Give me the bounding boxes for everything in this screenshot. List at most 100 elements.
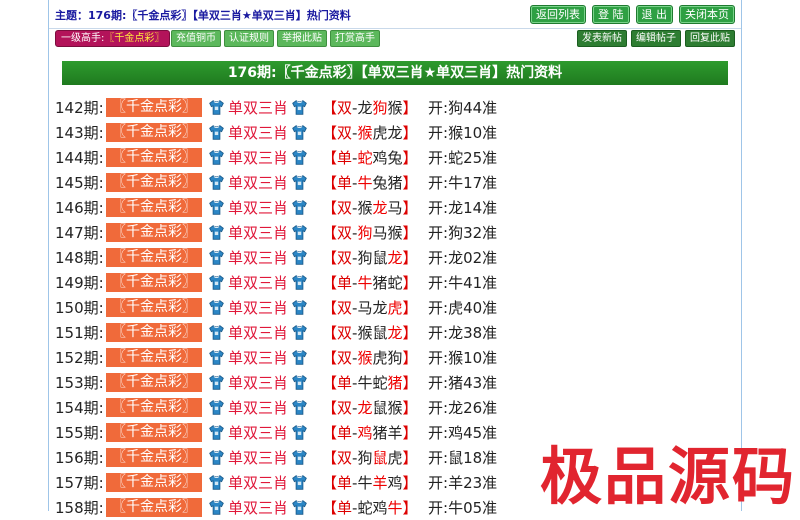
zodiac: 猪: [387, 174, 403, 192]
odd-even-group: 双: [337, 449, 353, 467]
draw-result: 开:羊23准: [428, 474, 498, 492]
period-number: 158期:: [55, 499, 104, 517]
shirt-icon: [291, 399, 308, 416]
shirt-icon: [208, 424, 225, 441]
prediction-picks: 【双-马龙虎】: [322, 297, 420, 318]
odd-even-group: 双: [337, 124, 353, 142]
prediction-picks: 【双-狗马猴】: [322, 222, 420, 243]
shirt-icon: [208, 399, 225, 416]
zodiac: 鼠: [372, 324, 388, 342]
bracket-open: 【: [322, 99, 338, 117]
prediction-picks: 【双-猴虎狗】: [322, 347, 420, 368]
odd-even-group: 双: [337, 249, 353, 267]
list-item: 142期: 〖千金点彩〗 单双三肖 【双-龙狗猴】 开:狗44准: [55, 95, 735, 120]
zodiac: 猪: [372, 424, 388, 442]
prediction-type: 单双三肖: [228, 424, 289, 442]
shirt-icon: [208, 374, 225, 391]
action-bar: 一级高手:〖千金点彩〗 充值铜币 认证规则 举报此贴 打赏高手 发表新帖 编辑帖…: [49, 30, 741, 48]
draw-result: 开:牛05准: [428, 499, 498, 517]
prediction-type: 单双三肖: [228, 324, 289, 342]
bracket-close: 】: [402, 99, 418, 117]
expert-level-badge[interactable]: 一级高手:〖千金点彩〗: [55, 30, 171, 47]
list-item: 144期: 〖千金点彩〗 单双三肖 【单-蛇鸡兔】 开:蛇25准: [55, 145, 735, 170]
author-tag: 〖千金点彩〗: [106, 273, 202, 292]
prediction-picks: 【双-龙鼠猴】: [322, 397, 420, 418]
odd-even-group: 单: [337, 424, 353, 442]
odd-even-group: 单: [337, 149, 353, 167]
bracket-open: 【: [322, 324, 338, 342]
bracket-open: 【: [322, 224, 338, 242]
zodiac: 龙: [387, 124, 403, 142]
period-number: 151期:: [55, 324, 104, 342]
prediction-picks: 【单-牛猪蛇】: [322, 272, 420, 293]
prediction-picks: 【单-蛇鸡牛】: [322, 497, 420, 518]
zodiac: 猴: [387, 399, 403, 417]
author-tag: 〖千金点彩〗: [106, 373, 202, 392]
reply-button[interactable]: 回复此贴: [685, 30, 735, 47]
zodiac: 猴: [357, 199, 373, 217]
bracket-close: 】: [402, 224, 418, 242]
level-value: 〖千金点彩〗: [104, 33, 165, 44]
bracket-close: 】: [402, 124, 418, 142]
zodiac-hit: 羊: [372, 474, 388, 492]
period-number: 156期:: [55, 449, 104, 467]
prediction-type: 单双三肖: [228, 124, 289, 142]
new-post-button[interactable]: 发表新帖: [577, 30, 627, 47]
logout-button[interactable]: 退 出: [635, 5, 673, 24]
list-item: 149期: 〖千金点彩〗 单双三肖 【单-牛猪蛇】 开:牛41准: [55, 270, 735, 295]
prediction-picks: 【双-猴鼠龙】: [322, 322, 420, 343]
zodiac: 马: [357, 299, 373, 317]
zodiac: 狗: [357, 449, 373, 467]
shirt-icon: [208, 274, 225, 291]
edit-post-button[interactable]: 编辑帖子: [631, 30, 681, 47]
draw-result: 开:鼠18准: [428, 449, 498, 467]
author-tag: 〖千金点彩〗: [106, 298, 202, 317]
bracket-open: 【: [322, 449, 338, 467]
odd-even-group: 双: [337, 399, 353, 417]
shirt-icon: [291, 149, 308, 166]
bracket-close: 】: [402, 449, 418, 467]
report-button[interactable]: 举报此贴: [277, 30, 327, 47]
top-bar: 主题：176期:〖千金点彩〗【单双三肖★单双三肖】热门资料 返回列表 登 陆 退…: [49, 0, 741, 29]
tip-button[interactable]: 打赏高手: [330, 30, 380, 47]
shirt-icon: [291, 224, 308, 241]
prediction-type: 单双三肖: [228, 499, 289, 517]
prediction-type: 单双三肖: [228, 274, 289, 292]
bracket-open: 【: [322, 399, 338, 417]
odd-even-group: 单: [337, 374, 353, 392]
prediction-type: 单双三肖: [228, 149, 289, 167]
draw-result: 开:猪43准: [428, 374, 498, 392]
zodiac: 牛: [357, 474, 373, 492]
zodiac: 牛: [357, 374, 373, 392]
shirt-icon: [208, 99, 225, 116]
close-page-button[interactable]: 关闭本页: [679, 5, 735, 24]
rules-button[interactable]: 认证规则: [224, 30, 274, 47]
zodiac-hit: 虎: [387, 299, 403, 317]
period-number: 148期:: [55, 249, 104, 267]
author-tag: 〖千金点彩〗: [106, 123, 202, 142]
odd-even-group: 单: [337, 499, 353, 517]
bracket-open: 【: [322, 499, 338, 517]
prediction-type: 单双三肖: [228, 474, 289, 492]
shirt-icon: [208, 199, 225, 216]
bracket-close: 】: [402, 349, 418, 367]
period-number: 157期:: [55, 474, 104, 492]
zodiac-hit: 龙: [387, 324, 403, 342]
bracket-open: 【: [322, 274, 338, 292]
zodiac: 蛇: [372, 374, 388, 392]
odd-even-group: 双: [337, 324, 353, 342]
login-button[interactable]: 登 陆: [592, 5, 630, 24]
recharge-button[interactable]: 充值铜币: [171, 30, 221, 47]
zodiac: 马: [387, 199, 403, 217]
back-to-list-button[interactable]: 返回列表: [530, 5, 586, 24]
odd-even-group: 双: [337, 299, 353, 317]
list-item: 152期: 〖千金点彩〗 单双三肖 【双-猴虎狗】 开:猴10准: [55, 345, 735, 370]
shirt-icon: [291, 324, 308, 341]
zodiac: 狗: [387, 349, 403, 367]
odd-even-group: 单: [337, 474, 353, 492]
author-tag: 〖千金点彩〗: [106, 248, 202, 267]
shirt-icon: [291, 374, 308, 391]
zodiac: 马: [372, 224, 388, 242]
draw-result: 开:鸡45准: [428, 424, 498, 442]
zodiac-hit: 牛: [387, 499, 403, 517]
